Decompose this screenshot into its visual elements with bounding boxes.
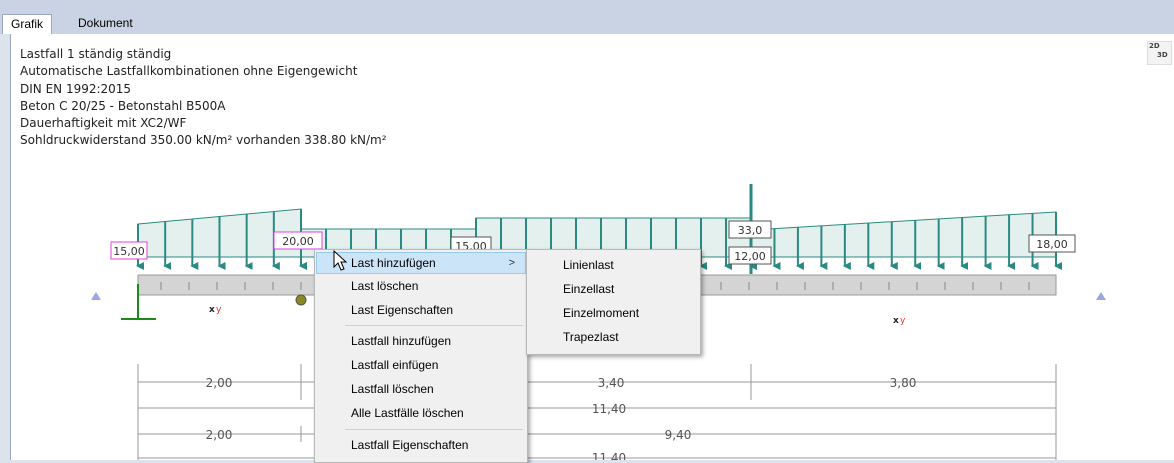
load-label-1: 15,00 [110, 241, 148, 260]
svg-text:20,00: 20,00 [282, 235, 314, 248]
dim-span-1: 2,00 [206, 376, 233, 390]
svg-text:18,00: 18,00 [1036, 238, 1068, 251]
submenu-trapezlast[interactable]: Trapezlast [528, 326, 699, 348]
submenu-einzellast[interactable]: Einzellast [528, 278, 699, 300]
hinge-node [295, 294, 307, 306]
svg-text:y: y [216, 305, 222, 315]
menu-last-loeschen[interactable]: Last löschen [316, 275, 526, 297]
load-label-6: 18,00 [1028, 234, 1076, 253]
line-load-4 [750, 211, 1057, 258]
menu-lastfall-hinzufuegen[interactable]: Lastfall hinzufügen [316, 330, 526, 352]
dim-span-4: 3,80 [890, 376, 917, 390]
submenu-einzelmoment[interactable]: Einzelmoment [528, 302, 699, 324]
svg-text:15,00: 15,00 [113, 245, 145, 258]
submenu-linienlast[interactable]: Linienlast [528, 254, 699, 276]
submenu-last-hinzufuegen: Linienlast Einzellast Einzelmoment Trape… [526, 249, 701, 355]
svg-text:33,0: 33,0 [738, 224, 763, 237]
tab-grafik[interactable]: Grafik [2, 14, 53, 34]
svg-text:x: x [893, 316, 899, 326]
load-label-5: 12,00 [728, 246, 772, 265]
graphics-canvas[interactable]: Lastfall 1 ständig ständig Automatische … [10, 34, 1174, 463]
dim-total-1: 11,40 [592, 402, 626, 416]
load-label-2: 20,00 [273, 231, 323, 250]
menu-lastfall-loeschen[interactable]: Lastfall löschen [316, 378, 526, 400]
dim-span-1b: 2,00 [206, 428, 233, 442]
menu-last-eigenschaften[interactable]: Last Eigenschaften [316, 299, 526, 321]
structure-model: xy xy 15,00 20,00 15,00 33,0 12,00 18,00… [91, 184, 1106, 460]
menu-lastfall-einfuegen[interactable]: Lastfall einfügen [316, 354, 526, 376]
svg-text:y: y [900, 316, 906, 326]
svg-text:x: x [209, 305, 215, 315]
dim-span-3: 3,40 [598, 376, 625, 390]
dim-span-rest: 9,40 [665, 428, 692, 442]
menu-alle-lastfaelle-loeschen[interactable]: Alle Lastfälle löschen [316, 402, 526, 424]
tab-bar: Grafik Dokument [0, 0, 1174, 34]
dim-total-2: 11,40 [592, 451, 626, 460]
svg-text:12,00: 12,00 [734, 250, 766, 263]
mouse-cursor-icon [333, 250, 348, 271]
menu-lastfall-eigenschaften[interactable]: Lastfall Eigenschaften [316, 434, 526, 456]
load-label-4: 33,0 [728, 220, 772, 239]
tab-dokument[interactable]: Dokument [70, 14, 141, 33]
context-menu: Last hinzufügen > Last löschen Last Eigen… [314, 249, 528, 463]
